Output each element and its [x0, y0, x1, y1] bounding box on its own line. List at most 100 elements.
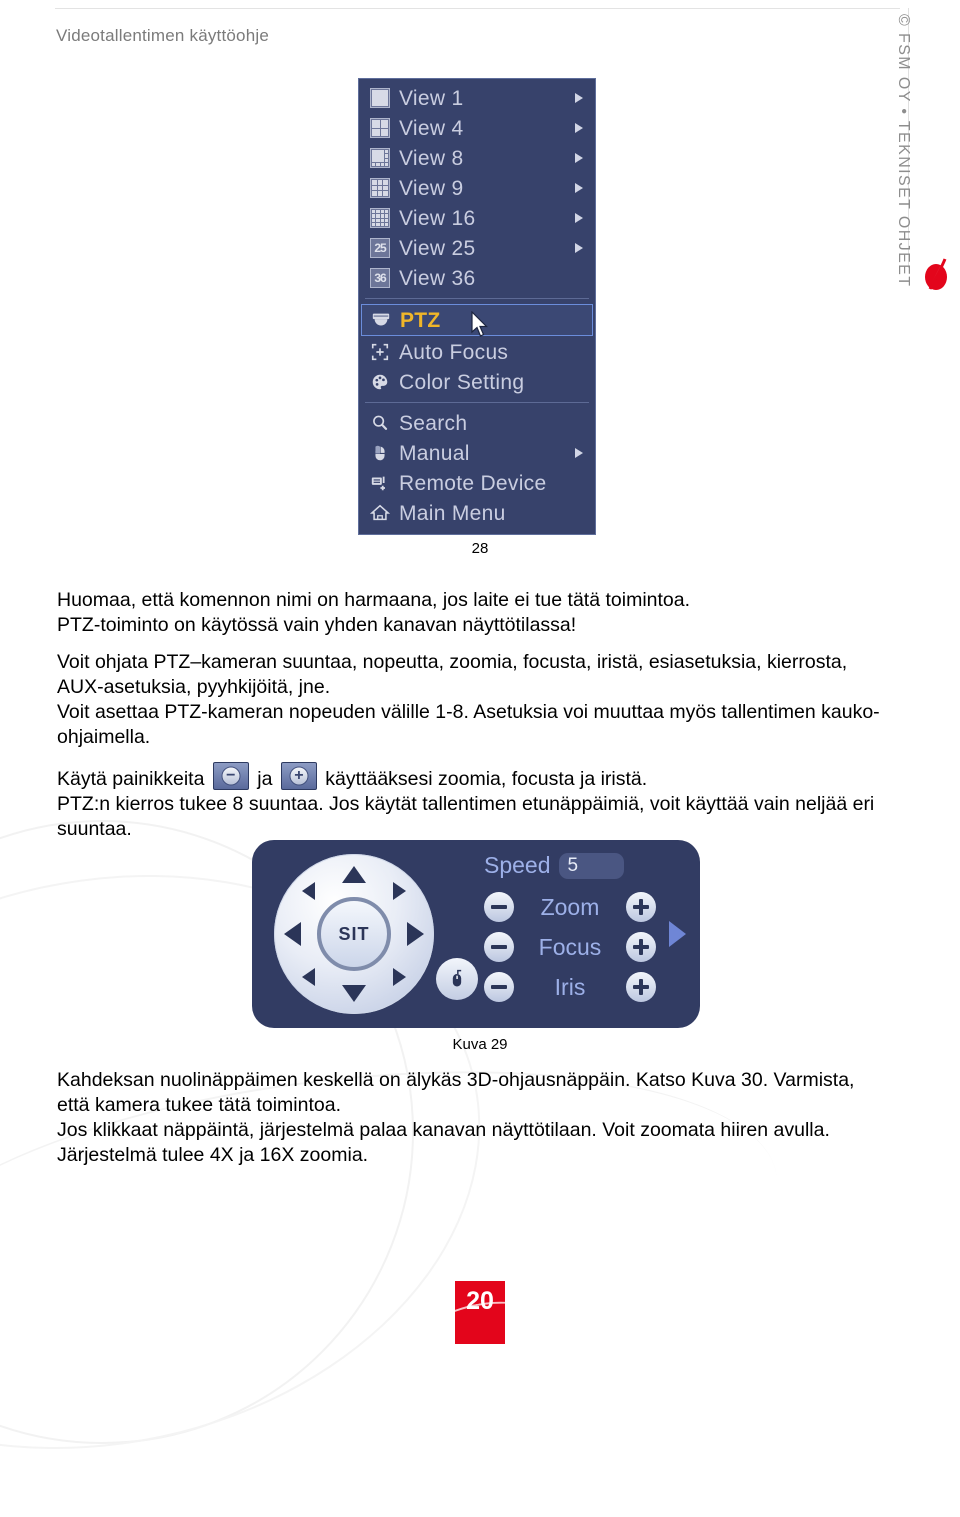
- grid-25-icon: 25: [369, 237, 391, 259]
- dpad-left-arrow-icon[interactable]: [284, 922, 301, 946]
- menu-item-ptz[interactable]: PTZ: [361, 304, 593, 337]
- ptz-control-panel[interactable]: SIT Speed 5 Zoom Focus Iris: [252, 840, 700, 1028]
- ptz-speed-row[interactable]: Speed 5: [484, 852, 624, 879]
- dpad-up-left-arrow-icon[interactable]: [302, 882, 315, 900]
- menu-item-view-36[interactable]: 36 View 36: [359, 263, 595, 293]
- ptz-focus-label: Focus: [538, 933, 602, 960]
- menu-item-label: View 16: [399, 206, 476, 230]
- menu-item-label: View 25: [399, 236, 476, 260]
- grid-9-icon: [369, 177, 391, 199]
- menu-item-search[interactable]: Search: [359, 408, 595, 438]
- grid-4-icon: [369, 117, 391, 139]
- ptz-iris-minus-button[interactable]: [484, 972, 514, 1002]
- paragraph-ptz-control: Voit ohjata PTZ–kameran suuntaa, nopeutt…: [57, 650, 897, 750]
- paragraph-3d-key: Kahdeksan nuolinäppäimen keskellä on äly…: [57, 1068, 897, 1168]
- menu-item-label: Remote Device: [399, 471, 547, 495]
- menu-item-label: View 1: [399, 86, 464, 110]
- grid-1-icon: [369, 87, 391, 109]
- header-divider: [55, 8, 900, 9]
- ptz-speed-field[interactable]: 5: [558, 852, 624, 879]
- dpad-down-arrow-icon[interactable]: [342, 985, 366, 1002]
- menu-item-label: Main Menu: [399, 501, 506, 525]
- dpad-down-left-arrow-icon[interactable]: [302, 968, 315, 986]
- submenu-arrow-icon: [575, 213, 583, 223]
- menu-item-main-menu[interactable]: Main Menu: [359, 498, 595, 528]
- menu-item-color-setting[interactable]: Color Setting: [359, 367, 595, 397]
- ptz-control-line-1: Voit ohjata PTZ–kameran suuntaa, nopeutt…: [57, 651, 848, 673]
- key-line-3: Jos klikkaat näppäintä, järjestelmä pala…: [57, 1119, 830, 1141]
- menu-item-view-25[interactable]: 25 View 25: [359, 233, 595, 263]
- ptz-control-line-2: AUX-asetuksia, pyyhkijöitä, jne.: [57, 676, 331, 698]
- key-line-2: että kamera tukee tätä toimintoa.: [57, 1094, 341, 1116]
- fsm-red-logo-icon: [921, 255, 951, 293]
- ptz-focus-plus-button[interactable]: [626, 932, 656, 962]
- buttons-prefix-text: Käytä painikkeita: [57, 768, 205, 790]
- submenu-arrow-icon: [575, 183, 583, 193]
- buttons-line-2: PTZ:n kierros tukee 8 suuntaa. Jos käytä…: [57, 793, 875, 815]
- buttons-suffix-text: käyttääksesi zoomia, focusta ja iristä.: [325, 768, 648, 790]
- note-line-2: PTZ-toiminto on käytössä vain yhden kana…: [57, 614, 577, 636]
- ptz-next-page-arrow-icon[interactable]: [669, 921, 686, 947]
- minus-glyph: −: [226, 767, 236, 784]
- dpad-up-right-arrow-icon[interactable]: [393, 882, 406, 900]
- sidebar-copyright: © FSM OY • TEKNISET OHJEET: [895, 14, 912, 288]
- figure-caption-28: 28: [471, 540, 489, 557]
- context-menu[interactable]: View 1 View 4 View 8 View 9 View 16 25 View 25…: [358, 78, 596, 535]
- zoom-out-button-icon: −: [212, 762, 249, 790]
- menu-item-manual[interactable]: Manual: [359, 438, 595, 468]
- menu-item-label: View 9: [399, 176, 464, 200]
- menu-item-view-8[interactable]: View 8: [359, 143, 595, 173]
- dpad-down-right-arrow-icon[interactable]: [393, 968, 406, 986]
- home-icon: [369, 502, 391, 524]
- color-palette-icon: [369, 371, 391, 393]
- paragraph-buttons: Käytä painikkeita − ja + käyttääksesi zo…: [57, 762, 897, 842]
- menu-item-label: PTZ: [400, 308, 441, 332]
- submenu-arrow-icon: [575, 93, 583, 103]
- ptz-control-line-3: Voit asettaa PTZ-kameran nopeuden välill…: [57, 701, 880, 723]
- ptz-mouse-button[interactable]: [436, 958, 478, 1000]
- menu-item-view-1[interactable]: View 1: [359, 83, 595, 113]
- menu-item-label: View 36: [399, 266, 476, 290]
- ptz-iris-row[interactable]: Iris: [484, 972, 656, 1002]
- page-title: Videotallentimen käyttöohje: [56, 26, 270, 45]
- ptz-speed-value: 5: [567, 854, 579, 876]
- figure-caption-29: Kuva 29: [452, 1036, 508, 1053]
- dpad-center-label: SIT: [338, 923, 370, 944]
- menu-item-view-16[interactable]: View 16: [359, 203, 595, 233]
- menu-item-view-4[interactable]: View 4: [359, 113, 595, 143]
- menu-separator: [365, 402, 589, 403]
- dpad-right-arrow-icon[interactable]: [407, 922, 424, 946]
- submenu-arrow-icon: [575, 448, 583, 458]
- menu-item-label: Manual: [399, 441, 470, 465]
- ptz-zoom-minus-button[interactable]: [484, 892, 514, 922]
- menu-item-label: Search: [399, 411, 468, 435]
- menu-item-label: Color Setting: [399, 370, 525, 394]
- dpad-center-3d-button[interactable]: SIT: [317, 897, 391, 971]
- badge-swoosh-2: [455, 1281, 505, 1344]
- ptz-zoom-row[interactable]: Zoom: [484, 892, 656, 922]
- ptz-focus-row[interactable]: Focus: [484, 932, 656, 962]
- ptz-dpad[interactable]: SIT: [274, 854, 434, 1014]
- ptz-iris-plus-button[interactable]: [626, 972, 656, 1002]
- ptz-camera-icon: [370, 309, 392, 331]
- auto-focus-icon: [369, 341, 391, 363]
- menu-item-remote-device[interactable]: Remote Device: [359, 468, 595, 498]
- mouse-pointer-icon: [470, 310, 490, 344]
- ptz-zoom-label: Zoom: [540, 893, 600, 920]
- grid-16-icon: [369, 207, 391, 229]
- note-line-1: Huomaa, että komennon nimi on harmaana, …: [57, 589, 691, 611]
- menu-item-label: View 8: [399, 146, 464, 170]
- mouse-icon: [452, 969, 462, 987]
- remote-device-icon: [369, 472, 391, 494]
- key-line-1: Kahdeksan nuolinäppäimen keskellä on äly…: [57, 1069, 855, 1091]
- menu-separator: [365, 298, 589, 299]
- dpad-up-arrow-icon[interactable]: [342, 866, 366, 883]
- submenu-arrow-icon: [575, 243, 583, 253]
- ptz-zoom-plus-button[interactable]: [626, 892, 656, 922]
- mouse-icon: [369, 442, 391, 464]
- submenu-arrow-icon: [575, 123, 583, 133]
- ptz-focus-minus-button[interactable]: [484, 932, 514, 962]
- buttons-line-1: Käytä painikkeita − ja + käyttääksesi zo…: [57, 762, 897, 792]
- menu-item-view-9[interactable]: View 9: [359, 173, 595, 203]
- grid-8-icon: [369, 147, 391, 169]
